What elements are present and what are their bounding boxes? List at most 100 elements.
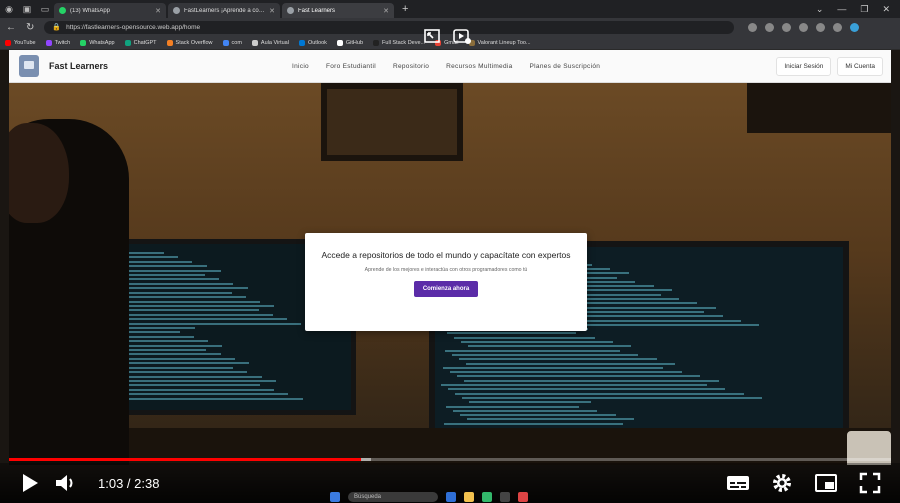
- bookmark-favicon-icon: [80, 39, 87, 46]
- bookmark-favicon-icon: [336, 39, 343, 46]
- site-nav-link[interactable]: Foro Estudiantil: [326, 63, 376, 70]
- bookmarks-bar: YouTube Twitch WhatsApp ChatGPT Stack Overfl…: [0, 36, 900, 50]
- site-nav-link[interactable]: Inicio: [292, 63, 309, 70]
- site-nav-link[interactable]: Repositorio: [393, 63, 429, 70]
- bookmark-label: Valorant Lineup Too...: [477, 39, 531, 46]
- reload-icon[interactable]: ↻: [26, 22, 34, 33]
- my-account-button[interactable]: Mi Cuenta: [837, 56, 883, 76]
- tab-label: (13) WhatsApp: [70, 7, 111, 14]
- bookmark-item[interactable]: WhatsApp: [80, 39, 115, 46]
- screen-code-line: [444, 422, 623, 425]
- taskbar-app-icon[interactable]: [518, 491, 528, 502]
- screen-code-line: [111, 282, 234, 285]
- screen-code-line: [467, 418, 635, 421]
- bookmark-item[interactable]: com: [222, 39, 242, 46]
- taskbar-search[interactable]: Búsqueda: [348, 491, 438, 502]
- screen-code-line: [445, 349, 620, 352]
- tab-favicon-icon: [287, 7, 294, 14]
- bookmark-item[interactable]: YouTube: [5, 39, 36, 46]
- tab-close-icon[interactable]: ✕: [383, 7, 389, 15]
- volume-button[interactable]: [48, 465, 84, 501]
- screen-code-line: [106, 393, 289, 396]
- login-button[interactable]: Iniciar Sesión: [776, 56, 832, 76]
- extension-icon[interactable]: [782, 22, 792, 32]
- bookmark-favicon-icon: [166, 39, 173, 46]
- tab-search-icon[interactable]: ▭: [36, 0, 54, 18]
- taskbar-app-icon[interactable]: [482, 491, 492, 502]
- windows-start-icon[interactable]: [330, 491, 340, 502]
- bookmark-label: Twitch: [54, 39, 71, 46]
- taskbar-app-icon[interactable]: [446, 491, 456, 502]
- tab-close-icon[interactable]: ✕: [269, 7, 275, 15]
- extension-icon[interactable]: [833, 22, 843, 32]
- watch-later-icon[interactable]: [452, 26, 472, 46]
- bookmark-favicon-icon: [5, 39, 11, 46]
- extension-icon[interactable]: [816, 22, 826, 32]
- wall-picture-frame: [321, 83, 463, 161]
- screen-code-line: [117, 362, 249, 365]
- chevron-down-icon[interactable]: ⌄: [816, 4, 824, 15]
- tab-close-icon[interactable]: ✕: [155, 7, 161, 15]
- play-button[interactable]: [12, 465, 48, 501]
- cta-title: Accede a repositorios de todo el mundo y…: [321, 250, 571, 260]
- bookmark-item[interactable]: ChatGPT: [124, 39, 157, 46]
- taskbar-app-icon[interactable]: [464, 491, 474, 502]
- bookmark-item[interactable]: Twitch: [45, 39, 71, 46]
- lock-icon: 🔒: [52, 24, 62, 31]
- browser-tab[interactable]: Fast Learners ✕: [282, 3, 394, 18]
- video-progress-bar[interactable]: [9, 458, 891, 461]
- site-nav-link[interactable]: Planes de Suscripción: [530, 63, 601, 70]
- window-menu-icon[interactable]: ◉: [0, 0, 18, 18]
- start-now-button[interactable]: Comienza ahora: [413, 281, 479, 297]
- subtitles-button[interactable]: [720, 465, 756, 501]
- bookmark-item[interactable]: Aula Virtual: [251, 39, 289, 46]
- favorite-star-icon[interactable]: [765, 22, 775, 32]
- site-account-actions: Iniciar Sesión Mi Cuenta: [776, 56, 883, 76]
- back-icon[interactable]: ←: [6, 22, 16, 33]
- browser-tab[interactable]: FastLearners ¡Aprende a codear! ✕: [168, 3, 280, 18]
- miniplayer-button[interactable]: [808, 465, 844, 501]
- address-bar-row: ← ↻ 🔒 https://fastlearners-opensource.we…: [0, 18, 900, 36]
- fullscreen-button[interactable]: [852, 465, 888, 501]
- screen-code-line: [457, 375, 701, 378]
- screen-code-line: [460, 414, 616, 417]
- bookmark-item[interactable]: Full Stack Deve...: [373, 39, 425, 46]
- new-tab-button[interactable]: +: [396, 3, 414, 15]
- bookmark-label: Stack Overflow: [175, 39, 213, 46]
- taskbar-app-icon[interactable]: [500, 491, 510, 502]
- screen-code-line: [107, 318, 287, 321]
- screen-code-line: [113, 397, 303, 400]
- cta-card: Accede a repositorios de todo el mundo y…: [305, 233, 587, 331]
- screen-code-line: [447, 332, 577, 335]
- brand-logo[interactable]: [19, 55, 39, 77]
- site-nav-link[interactable]: Recursos Multimedia: [446, 63, 512, 70]
- extension-icon[interactable]: [799, 22, 809, 32]
- restore-icon[interactable]: ❐: [860, 4, 868, 15]
- screen-code-line: [459, 358, 657, 361]
- read-aloud-icon[interactable]: [748, 22, 758, 32]
- picture-in-picture-icon[interactable]: [422, 26, 442, 46]
- tab-label: FastLearners ¡Aprende a codear!: [184, 7, 266, 14]
- minimize-icon[interactable]: —: [837, 4, 846, 15]
- bookmark-label: com: [231, 39, 242, 46]
- tab-actions-icon[interactable]: ▣: [18, 0, 36, 18]
- bookmark-item[interactable]: Valorant Lineup Too...: [468, 39, 531, 46]
- windows-taskbar: Búsqueda: [330, 490, 528, 503]
- bookmark-item[interactable]: Stack Overflow: [166, 39, 213, 46]
- bookmark-item[interactable]: Outlook: [298, 39, 327, 46]
- settings-gear-icon[interactable]: [764, 465, 800, 501]
- bookmark-item[interactable]: GitHub: [336, 39, 363, 46]
- brand-name[interactable]: Fast Learners: [49, 61, 249, 71]
- played-bar: [9, 458, 361, 461]
- screen-code-line: [114, 322, 302, 325]
- browser-tab[interactable]: (13) WhatsApp ✕: [54, 3, 166, 18]
- close-icon[interactable]: ✕: [882, 4, 890, 15]
- screen-code-line: [466, 362, 675, 365]
- profile-avatar[interactable]: [850, 22, 860, 32]
- video-player[interactable]: ◉ ▣ ▭ (13) WhatsApp ✕ FastLearners ¡Aprend…: [0, 0, 900, 503]
- site-nav-links: Inicio Foro Estudiantil Repositorio Recurso…: [292, 63, 600, 70]
- screen-code-line: [468, 345, 632, 348]
- bookmark-label: ChatGPT: [133, 39, 157, 46]
- tab-favicon-icon: [173, 7, 180, 14]
- url-field[interactable]: 🔒 https://fastlearners-opensource.web.ap…: [44, 20, 735, 34]
